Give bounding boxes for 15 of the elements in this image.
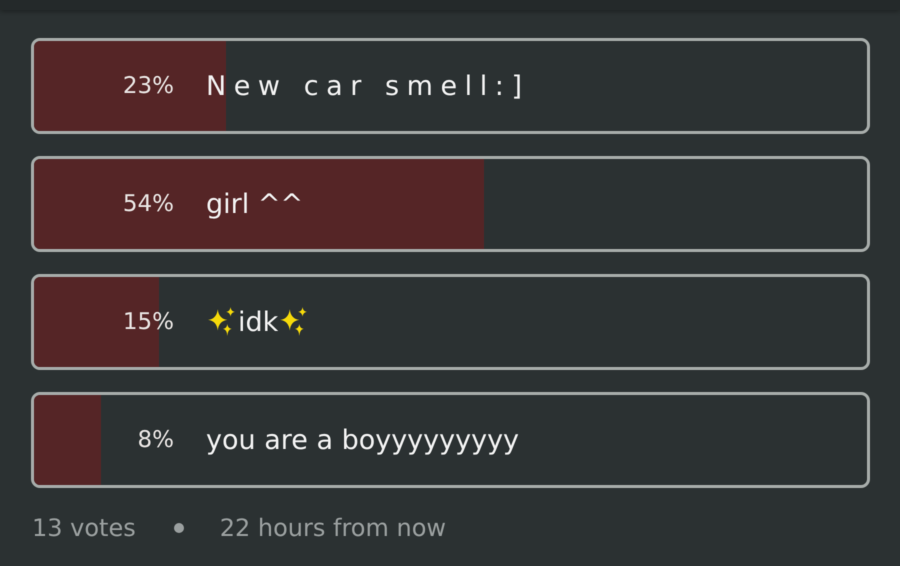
time-remaining: 22 hours from now [220,514,446,542]
percentage: 23% [122,73,174,99]
percentage: 54% [122,191,174,217]
option-label: New car smell:] [206,70,530,102]
separator-dot [174,523,184,533]
option-label: idk [238,306,278,338]
percentage: 8% [136,427,174,453]
poll-option[interactable]: 15% idk [31,274,870,370]
percentage: 15% [122,309,174,335]
poll-option[interactable]: 54% girl ^^ [31,156,870,252]
poll-option[interactable]: 8% you are a boyyyyyyyyy [31,392,870,488]
poll-option[interactable]: 23% New car smell:] [31,38,870,134]
option-label: you are a boyyyyyyyyy [206,424,520,456]
option-label: girl ^^ [206,188,304,220]
vote-count: 13 votes [32,514,136,542]
